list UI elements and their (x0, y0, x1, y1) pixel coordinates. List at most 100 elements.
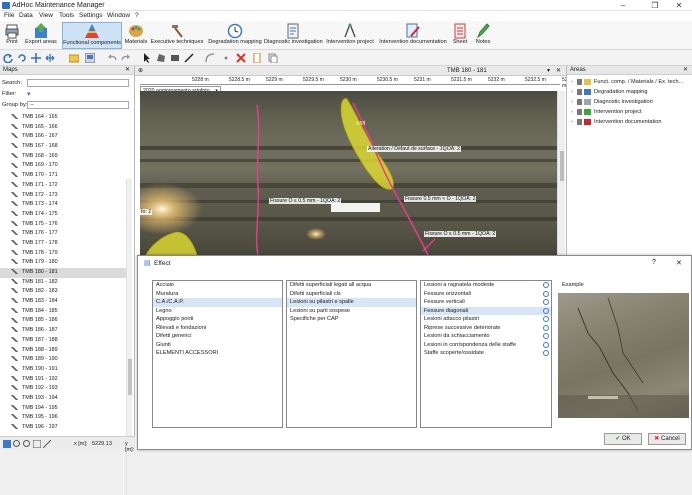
pan-icon[interactable] (45, 53, 55, 63)
magnifier-icon[interactable] (543, 307, 549, 314)
map-list-item[interactable]: TMB 170 - 171 (0, 171, 126, 181)
point-icon[interactable] (221, 53, 231, 63)
image-icon[interactable] (85, 53, 95, 63)
areas-close-icon[interactable]: ✕ (683, 66, 688, 75)
magnifier-icon[interactable] (543, 290, 549, 297)
doc-scroll-thumb[interactable] (560, 151, 564, 181)
map-list-item[interactable]: TMB 186 - 187 (0, 326, 126, 336)
col2-item[interactable]: Lesioni su parti sospese (287, 307, 416, 316)
map-list-item[interactable]: TMB 191 - 192 (0, 375, 126, 385)
polygon-icon[interactable] (156, 53, 166, 63)
doc-close-icon[interactable]: ✕ (556, 67, 561, 74)
map-list-item[interactable]: TMB 175 - 176 (0, 220, 126, 230)
zoom-in-icon[interactable] (13, 440, 21, 448)
intervention-project-button[interactable]: Intervention project (324, 22, 376, 49)
map-list-item[interactable]: TMB 185 - 186 (0, 316, 126, 326)
magnifier-icon[interactable] (543, 316, 549, 322)
map-list-item[interactable]: TMB 166 - 167 (0, 132, 126, 142)
col1-item[interactable]: Acciaio (153, 281, 282, 290)
refresh-icon[interactable] (3, 53, 13, 63)
menu-help[interactable]: ? (135, 12, 139, 19)
ok-button[interactable]: ✔ OK (604, 433, 642, 445)
map-list-item[interactable]: TMB 180 - 181 (0, 268, 126, 278)
col2-item[interactable]: Difetti superficiali legati all acqua (287, 281, 416, 290)
move-icon[interactable] (31, 53, 41, 63)
map-list-item[interactable]: TMB 174 - 175 (0, 210, 126, 220)
menu-file[interactable]: File (4, 12, 14, 19)
map-list-item[interactable]: TMB 195 - 196 (0, 413, 126, 423)
map-list-item[interactable]: TMB 178 - 179 (0, 249, 126, 259)
col1-item[interactable]: Appoggio ponti (153, 315, 282, 324)
map-list-item[interactable]: TMB 176 - 177 (0, 229, 126, 239)
map-list-item[interactable]: TMB 188 - 189 (0, 346, 126, 356)
doc-menu-icon[interactable]: ▾ (547, 67, 550, 74)
col3-item[interactable]: Fessure orizzontali (421, 290, 551, 299)
area-functional-components[interactable]: › Funct. comp. / Materials / Ex. tech... (567, 77, 692, 87)
col3-item[interactable]: Fessure verticali (421, 298, 551, 307)
col1-item[interactable]: Difetti generici (153, 332, 282, 341)
col2-item[interactable]: Difetti superficiali cls (287, 290, 416, 299)
map-list-item[interactable]: TMB 172 - 173 (0, 191, 126, 201)
cancel-button[interactable]: ✖ Cancel (648, 433, 686, 445)
sheet-button[interactable]: Sheet (450, 22, 470, 49)
col3-item[interactable]: Lesioni in corrispondenza delle staffe (421, 341, 551, 350)
undo-icon[interactable] (107, 53, 117, 63)
col1-item[interactable]: Muratura (153, 290, 282, 299)
map-list-item[interactable]: TMB 193 - 194 (0, 394, 126, 404)
col1-item[interactable]: ELEMENTI ACCESSORI (153, 349, 282, 358)
col1-item[interactable]: Giunti (153, 341, 282, 350)
groupby-select[interactable]: -- (27, 101, 129, 109)
map-list-item[interactable]: TMB 177 - 178 (0, 239, 126, 249)
annotation-fissure-2[interactable]: Fissure 0.5 mm < O - 1QOA: 2 (404, 196, 477, 202)
menu-tools[interactable]: Tools (59, 12, 74, 19)
map-list-item[interactable]: TMB 181 - 182 (0, 278, 126, 288)
dialog-close-button[interactable]: ✕ (676, 259, 682, 267)
maximize-button[interactable]: ❐ (644, 0, 666, 11)
annotation-fissure-1[interactable]: Fissure O ≤ 0.5 mm - 1QOA: 2 (269, 198, 342, 204)
minimize-button[interactable]: – (612, 0, 634, 11)
doc-pin-icon[interactable]: ⊕ (138, 67, 143, 74)
col2-item[interactable]: Lesioni su pilastri e spalle (287, 298, 416, 307)
print-button[interactable]: Print (2, 22, 22, 49)
map-list-item[interactable]: TMB 165 - 166 (0, 123, 126, 133)
delete-icon[interactable] (236, 53, 246, 63)
magnifier-icon[interactable] (543, 341, 549, 348)
map-list-item[interactable]: TMB 192 - 193 (0, 384, 126, 394)
map-list-item[interactable]: TMB 164 - 165 (0, 113, 126, 123)
magnifier-icon[interactable] (543, 282, 549, 288)
pointer-icon[interactable] (142, 53, 152, 63)
scrollbar-thumb[interactable] (128, 359, 132, 395)
layer-icon[interactable] (69, 53, 79, 63)
magnifier-icon[interactable] (543, 324, 549, 331)
map-list-item[interactable]: TMB 169 - 170 (0, 161, 126, 171)
map-list-item[interactable]: TMB 194 - 195 (0, 404, 126, 414)
map-list-item[interactable]: TMB 168 - 169 (0, 152, 126, 162)
col3-item[interactable]: Lesioni attacco pilastri (421, 315, 551, 324)
rotate-icon[interactable] (17, 53, 27, 63)
col2-item[interactable]: Specifiche per CAP (287, 315, 416, 324)
executive-techniques-button[interactable]: Executive techniques (150, 22, 204, 49)
annotation-edge[interactable]: fo: 2 (140, 209, 153, 215)
map-list-item[interactable]: TMB 171 - 172 (0, 181, 126, 191)
search-input[interactable] (27, 79, 129, 87)
rectangle-icon[interactable] (170, 53, 180, 63)
area-intervention-documentation[interactable]: › Intervention documentation (567, 117, 692, 127)
map-list-item[interactable]: TMB 189 - 190 (0, 355, 126, 365)
menu-window[interactable]: Window (107, 12, 130, 19)
doc-tab-title[interactable]: TMB 180 - 181 (447, 68, 487, 74)
col3-item[interactable]: Riprese successive deteriorate (421, 324, 551, 333)
col3-item[interactable]: Staffe scoperte/ossidate (421, 349, 551, 358)
fit-icon[interactable] (33, 440, 41, 448)
col3-item[interactable]: Lesioni da schiacciamento (421, 332, 551, 341)
menu-settings[interactable]: Settings (79, 12, 103, 19)
page-icon[interactable] (252, 53, 262, 63)
grid-icon[interactable] (3, 440, 11, 448)
intervention-documentation-button[interactable]: Intervention documentation (378, 22, 448, 49)
filter-funnel-icon[interactable]: ▾ (27, 90, 37, 98)
copy-icon[interactable] (268, 53, 278, 63)
col1-item[interactable]: Rilevati e fondazioni (153, 324, 282, 333)
line-icon[interactable] (184, 53, 194, 63)
map-list-item[interactable]: TMB 187 - 188 (0, 336, 126, 346)
annotation-alteration[interactable]: Alteration / Défaut de surface - 1QOA: 2 (367, 146, 461, 152)
measure-icon[interactable] (43, 440, 51, 448)
